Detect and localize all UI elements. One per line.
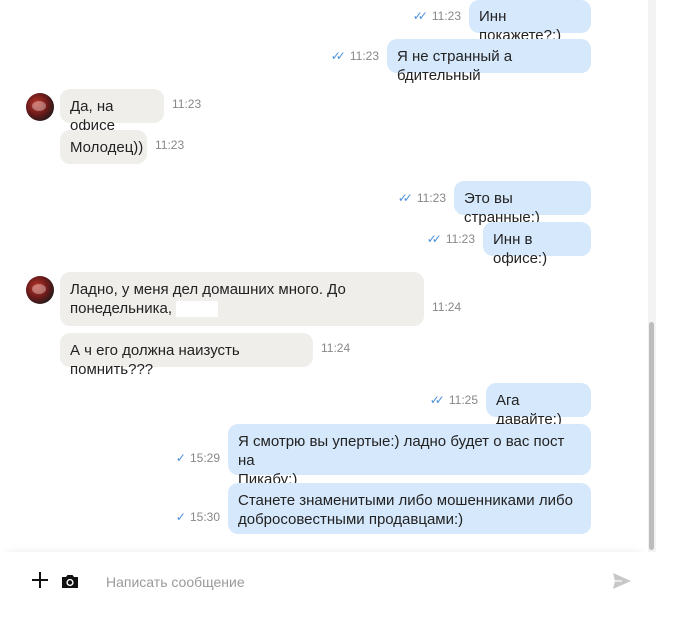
message-bubble[interactable]: Станете знаменитыми либо мошенниками либ… (228, 483, 591, 534)
single-check-icon: ✓ (175, 510, 186, 524)
message-outgoing: ✓ 15:29 Я смотрю вы упертые:) ладно будет… (175, 424, 591, 488)
message-time: 11:24 (321, 341, 351, 355)
message-input[interactable] (104, 570, 588, 594)
scrollbar-thumb[interactable] (649, 322, 654, 550)
avatar[interactable] (26, 276, 54, 304)
avatar[interactable] (26, 93, 54, 121)
message-bubble[interactable]: Это вы странные:) (454, 181, 591, 226)
message-bubble[interactable]: Да, на офисе (60, 89, 164, 134)
message-bubble[interactable]: Молодец)) (60, 130, 147, 164)
message-bubble[interactable]: Я смотрю вы упертые:) ладно будет о вас … (228, 424, 591, 488)
single-check-icon: ✓ (175, 451, 186, 465)
message-time: 11:23 (349, 49, 379, 63)
camera-icon[interactable] (61, 572, 79, 590)
message-bubble[interactable]: А ч его должна наизусть помнить??? (60, 333, 313, 378)
message-text-line: Ладно, у меня дел домашних много. До (70, 281, 346, 298)
message-bubble[interactable]: Инн покажете?:) (469, 0, 591, 44)
message-outgoing: ✓✓ 11:23 Инн покажете?:) (412, 0, 591, 44)
message-time: 15:29 (189, 451, 220, 465)
message-incoming: Ладно, у меня дел домашних много. До пон… (60, 272, 461, 326)
message-outgoing: ✓✓ 11:23 Это вы странные:) (397, 181, 591, 226)
double-check-icon: ✓✓ (330, 49, 346, 63)
double-check-icon: ✓✓ (429, 393, 445, 407)
redaction-box (176, 301, 219, 318)
message-list: ✓✓ 11:23 Инн покажете?:) ✓✓ 11:23 Я не стр… (0, 0, 648, 550)
message-incoming: Молодец)) 11:23 (60, 130, 184, 164)
message-time: 11:23 (172, 97, 202, 111)
message-outgoing: ✓✓ 11:25 Ага давайте:) (429, 383, 591, 428)
send-icon[interactable] (612, 572, 632, 590)
plus-icon[interactable] (30, 570, 50, 590)
message-outgoing: ✓✓ 11:23 Инн в офисе:) (426, 222, 591, 267)
message-text-line: понедельника, (70, 300, 172, 317)
message-bubble[interactable]: Инн в офисе:) (483, 222, 591, 267)
message-time: 11:23 (445, 232, 475, 246)
message-text-line: добросовестными продавцами:) (238, 511, 464, 528)
double-check-icon: ✓✓ (426, 232, 442, 246)
message-time: 15:30 (189, 510, 220, 524)
message-bubble[interactable]: Я не странный а бдительный (387, 39, 591, 84)
message-bubble[interactable]: Ага давайте:) (486, 383, 591, 428)
double-check-icon: ✓✓ (412, 9, 428, 23)
message-time: 11:25 (448, 393, 478, 407)
double-check-icon: ✓✓ (397, 191, 413, 205)
message-text-line: Станете знаменитыми либо мошенниками либ… (238, 492, 573, 509)
message-outgoing: ✓✓ 11:23 Я не странный а бдительный (330, 39, 591, 84)
message-incoming: Да, на офисе 11:23 (60, 89, 202, 134)
message-time: 11:24 (432, 300, 462, 314)
message-time: 11:23 (155, 138, 185, 152)
message-outgoing: ✓ 15:30 Станете знаменитыми либо мошенник… (176, 483, 591, 534)
message-time: 11:23 (416, 191, 446, 205)
scrollbar[interactable] (648, 0, 656, 552)
message-incoming: А ч его должна наизусть помнить??? 11:24 (60, 333, 351, 378)
message-bubble[interactable]: Ладно, у меня дел домашних много. До пон… (60, 272, 424, 326)
message-text-line: Я смотрю вы упертые:) ладно будет о вас … (238, 433, 565, 469)
message-time: 11:23 (431, 9, 461, 23)
